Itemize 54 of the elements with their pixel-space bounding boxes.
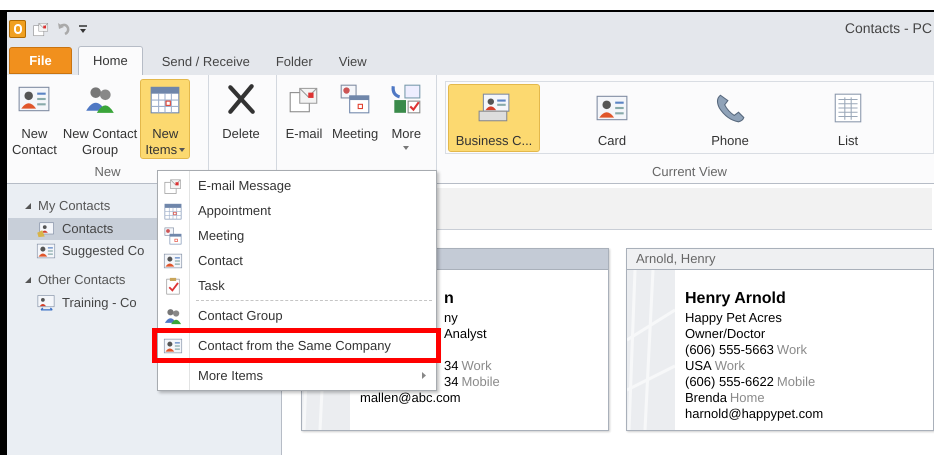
tab[interactable]: Folder [262,48,326,75]
ribbon-button[interactable]: New Contact [9,79,60,159]
ribbon-button[interactable]: List [802,84,894,152]
contact-name: n [444,291,454,309]
detail-label: Home [730,390,765,406]
detail-label: Work [714,358,745,374]
detail-label: Work [461,358,492,374]
collapse-triangle-icon[interactable] [24,276,32,284]
ribbon-button[interactable]: E-mail [279,79,329,159]
group-label: Current View [651,162,728,180]
business-card[interactable]: Arnold, Henry Henry Arnold Happy Pet Acres Owner/Doctor (606) 555-5663 Work USA Work (606) 555-6622 Mobile Brenda Home harnold@happypet.com [626,248,934,431]
shared-contacts-icon [36,293,56,313]
contact-detail: (606) 555-5663 [685,342,774,358]
ribbon-button[interactable]: Delete [211,79,271,159]
detail-label: Mobile [776,374,816,390]
ribbon-button[interactable]: New Contact Group [60,79,140,159]
ribbon-button[interactable]: Card [566,84,658,152]
contact-detail: ny [444,310,458,326]
folder-group-label[interactable]: My Contacts [38,196,110,216]
app-logo-icon[interactable] [9,20,26,38]
contact-detail: 34 [444,374,458,390]
contact-detail: (606) 555-6622 [685,374,774,390]
ribbon-button[interactable]: New Items [140,79,190,159]
customize-toolbar-icon[interactable] [78,22,88,34]
ribbon-button[interactable]: Phone [684,84,776,152]
contact-detail: Analyst [444,326,487,342]
tab[interactable]: Home [78,46,143,75]
contact-name: Henry Arnold [685,291,786,309]
submenu-arrow-icon [422,372,426,379]
contact-card-icon [36,241,56,261]
menu-item[interactable]: Contact from the Same Company [152,328,441,363]
ribbon-button[interactable]: Meeting [329,79,382,159]
contact-detail: Happy Pet Acres [685,310,782,326]
card-header: Arnold, Henry [636,250,716,268]
tab[interactable]: Send / Receive [148,48,263,75]
detail-label: Mobile [461,374,500,390]
tab[interactable]: View [326,48,380,75]
ribbon-button[interactable]: Business C... [448,84,540,152]
ribbon-button[interactable]: More [381,79,432,159]
meeting-icon [163,226,183,246]
group-label: New [93,162,122,180]
menu-item[interactable]: E-mail Message [158,173,436,198]
contact-detail: mallen@abc.com [360,390,461,406]
contact-detail: 34 [444,358,458,374]
contact-detail: Brenda [685,390,727,406]
contact-detail: Owner/Doctor [685,326,766,342]
contact-detail: USA [685,358,712,374]
contact-detail: harnold@happypet.com [685,406,824,422]
collapse-triangle-icon[interactable] [24,202,32,210]
meeting-icon [338,82,372,116]
detail-label: Work [776,342,808,358]
tools-icon [389,82,424,116]
folder-group-label[interactable]: Other Contacts [38,270,126,290]
window-title: Contacts - PC [844,19,932,38]
